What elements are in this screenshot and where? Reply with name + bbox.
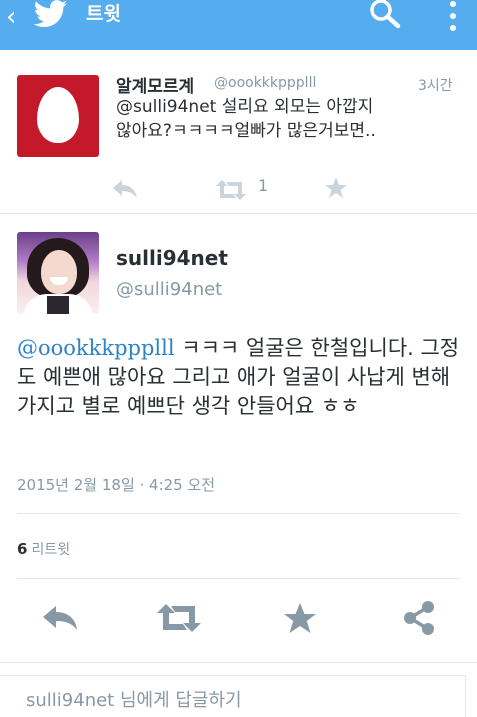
- reply-icon[interactable]: [41, 600, 79, 636]
- parent-tweet[interactable]: 알계모르계 @oookkkppplll 3시간 @sulli94net 설리요 …: [0, 50, 477, 214]
- parent-display-name[interactable]: 알계모르계: [116, 72, 194, 97]
- parent-handle[interactable]: @oookkkppplll: [214, 75, 316, 91]
- reply-composer: sulli94net 님에게 답글하기: [0, 662, 477, 717]
- parent-action-bar: 1: [0, 176, 477, 204]
- parent-retweet-count: 1: [258, 176, 269, 195]
- retweet-stats[interactable]: 6 리트윗: [17, 539, 70, 559]
- retweet-count: 6: [17, 540, 28, 558]
- tweet-text: @oookkkppplll ㅋㅋㅋ 얼굴은 한철입니다. 그정도 예쁜애 많아요…: [17, 334, 467, 421]
- app-bar: ‹ 트윗: [0, 0, 477, 50]
- tweet-display-name[interactable]: sulli94net: [116, 246, 228, 270]
- retweet-icon[interactable]: [216, 180, 246, 200]
- retweet-label: 리트윗: [31, 542, 71, 558]
- reply-input[interactable]: sulli94net 님에게 답글하기: [0, 675, 466, 717]
- chevron-left-icon[interactable]: ‹: [6, 2, 16, 32]
- tweet-action-bar: [0, 596, 477, 640]
- divider: [17, 513, 460, 514]
- parent-tweet-text: @sulli94net 설리요 외모는 아깝지않아요?ㅋㅋㅋㅋ얼빠가 많은거보면…: [116, 97, 376, 141]
- egg-avatar-icon: [37, 87, 79, 143]
- parent-timestamp: 3시간: [418, 78, 453, 94]
- reply-icon[interactable]: [112, 178, 138, 200]
- search-icon[interactable]: [368, 0, 402, 30]
- twitter-bird-icon[interactable]: [32, 0, 70, 28]
- avatar[interactable]: [17, 232, 99, 314]
- favorite-star-icon[interactable]: [324, 176, 348, 200]
- tweet-date: 2015년 2월 18일 · 4:25 오전: [17, 476, 216, 494]
- overflow-menu-icon[interactable]: [447, 0, 459, 36]
- mention-link[interactable]: @oookkkppplll: [17, 336, 175, 360]
- retweet-icon[interactable]: [157, 600, 201, 636]
- page-title: 트윗: [86, 3, 121, 25]
- share-icon[interactable]: [402, 600, 436, 636]
- avatar[interactable]: [17, 75, 99, 157]
- favorite-star-icon[interactable]: [283, 600, 317, 636]
- divider: [17, 578, 460, 579]
- tweet-handle[interactable]: @sulli94net: [116, 279, 222, 300]
- reply-placeholder: sulli94net 님에게 답글하기: [26, 690, 242, 711]
